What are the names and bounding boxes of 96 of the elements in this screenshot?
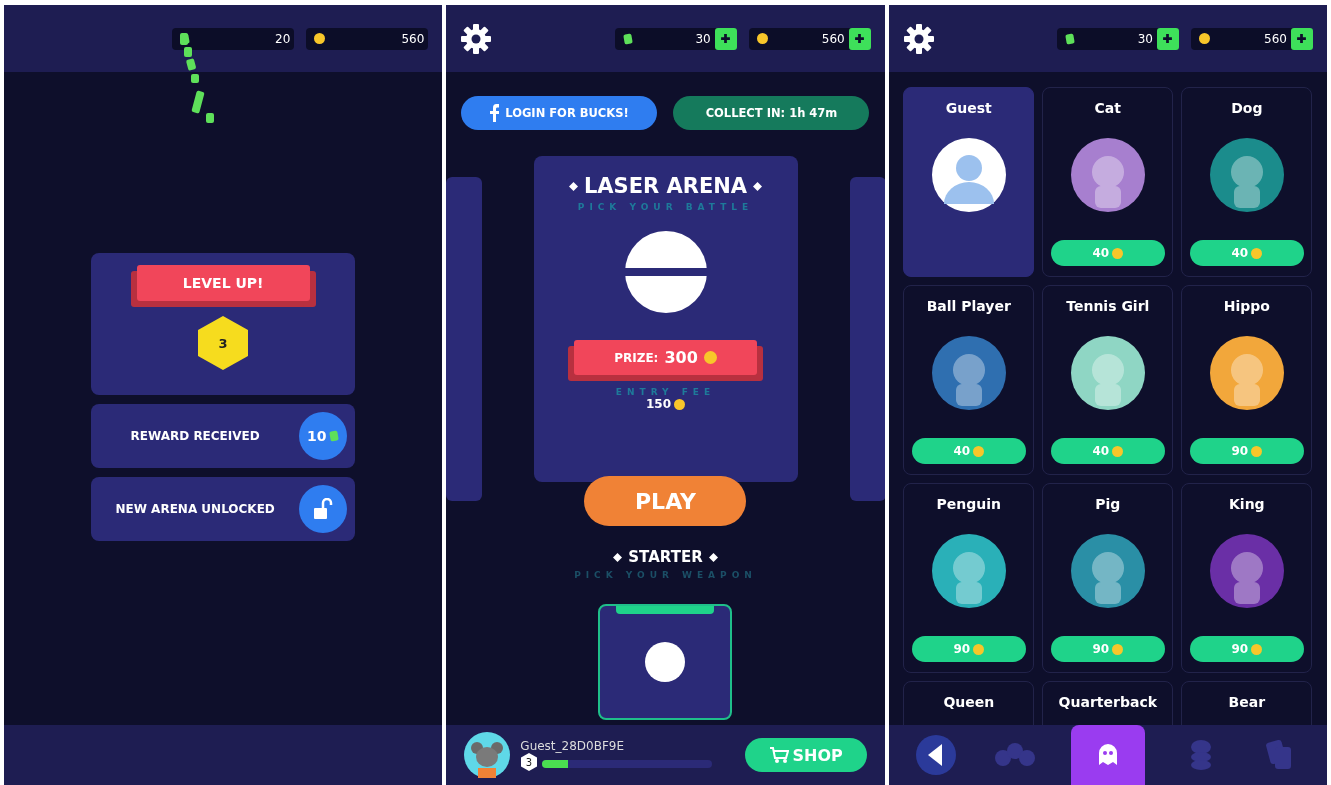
ball-icon — [644, 641, 687, 683]
coin-icon — [674, 398, 686, 410]
coin-icon — [1251, 247, 1263, 259]
collect-button[interactable]: COLLECT IN: 1h 47m — [673, 96, 870, 130]
price-amount: 90 — [953, 642, 971, 656]
avatar-name: Dog — [1231, 100, 1263, 116]
avatar-name: Guest — [945, 100, 992, 116]
avatar-card[interactable]: Pig 90 — [1042, 483, 1174, 673]
add-button[interactable] — [848, 27, 871, 50]
avatar-card[interactable]: Queen — [903, 681, 1035, 725]
reward-label: NEW ARENA UNLOCKED — [114, 502, 276, 516]
currency-amount: 30 — [694, 31, 712, 46]
balls-icon — [993, 742, 1036, 768]
coin-stack-icon — [1189, 739, 1212, 771]
avatar-name: King — [1229, 496, 1265, 512]
coin-icon — [1112, 445, 1124, 457]
facebook-login-button[interactable]: LOGIN FOR BUCKS! — [461, 96, 658, 130]
avatar-name: Queen — [943, 694, 995, 710]
coin-icon — [973, 643, 985, 655]
avatar-card[interactable]: Dog 40 — [1181, 87, 1313, 277]
coin-icon — [1112, 247, 1124, 259]
avatar-card[interactable]: Guest — [903, 87, 1035, 277]
price-amount: 90 — [1231, 642, 1249, 656]
arena-card[interactable]: LASER ARENA PICK YOUR BATTLE PRIZE: 300 ENTRY FEE 150 — [533, 156, 798, 482]
back-icon — [916, 735, 957, 775]
avatar-card[interactable]: Bear — [1181, 681, 1313, 725]
settings-icon[interactable] — [460, 22, 493, 55]
avatar-card[interactable]: King 90 — [1181, 483, 1313, 673]
player-avatar[interactable] — [464, 732, 511, 778]
diamond-icon — [568, 181, 578, 191]
avatar-name: Pig — [1095, 496, 1121, 512]
price-amount: 40 — [1231, 246, 1249, 260]
gem-icon — [329, 430, 340, 442]
currency-amount: 20 — [274, 31, 292, 46]
avatar-name: Cat — [1094, 100, 1121, 116]
avatar-name: Bear — [1228, 694, 1266, 710]
weapon-card[interactable] — [598, 604, 733, 720]
prize-label: PRIZE: — [614, 350, 659, 365]
avatar-card[interactable]: Ball Player 40 — [903, 285, 1035, 475]
facebook-icon — [490, 104, 500, 122]
coin-icon — [1112, 643, 1124, 655]
arena-title: LASER ARENA — [583, 174, 748, 198]
gem-icon — [1065, 32, 1075, 45]
coin-icon — [1251, 643, 1263, 655]
level-hexagon: 3 — [197, 315, 250, 371]
plus-icon — [1162, 33, 1174, 44]
coin-icon — [1199, 33, 1210, 44]
cards-icon — [1265, 739, 1294, 771]
avatar-name: Hippo — [1223, 298, 1270, 314]
arena-subtitle: PICK YOUR BATTLE — [577, 202, 754, 212]
price-amount: 90 — [1092, 642, 1110, 656]
unlocked-padlock-icon — [313, 498, 334, 520]
avatar-name: Ball Player — [926, 298, 1011, 314]
avatar-card[interactable]: Hippo 90 — [1181, 285, 1313, 475]
avatar-name: Tennis Girl — [1066, 298, 1150, 314]
add-button[interactable] — [1291, 27, 1313, 50]
coin-icon — [756, 33, 768, 44]
prize-amount: 300 — [664, 348, 698, 367]
add-button[interactable] — [714, 27, 737, 50]
avatar-card[interactable]: Penguin 90 — [903, 483, 1035, 673]
plus-icon — [1296, 33, 1308, 44]
nav-tab[interactable] — [1070, 725, 1145, 785]
weapon-subtitle: PICK YOUR WEAPON — [574, 570, 757, 580]
coin-icon — [314, 33, 326, 44]
avatar-name: Quarterback — [1058, 694, 1157, 710]
diamond-icon — [613, 552, 623, 562]
coin-icon — [1251, 445, 1263, 457]
plus-icon — [854, 33, 866, 44]
coin-icon — [703, 351, 717, 364]
price-amount: 40 — [953, 444, 971, 458]
currency-amount: 560 — [400, 31, 426, 46]
price-amount: 40 — [1092, 444, 1110, 458]
diamond-icon — [708, 552, 718, 562]
entry-fee-amount: 150 — [645, 397, 672, 411]
weapon-title: STARTER — [628, 548, 703, 566]
reward-label: REWARD RECEIVED — [129, 429, 261, 443]
price-amount: 90 — [1231, 444, 1249, 458]
price-amount: 40 — [1092, 246, 1110, 260]
cart-icon — [768, 746, 789, 764]
avatar-card[interactable]: Tennis Girl 40 — [1042, 285, 1174, 475]
currency-amount: 30 — [1136, 31, 1154, 46]
coin-icon — [973, 445, 985, 457]
player-level-badge: 3 — [520, 753, 539, 771]
avatar-name: Penguin — [936, 496, 1002, 512]
diamond-icon — [753, 181, 763, 191]
player-name: Guest_28D0BF9E — [520, 739, 626, 753]
reward-amount: 10 — [306, 428, 327, 444]
currency-amount: 560 — [820, 31, 846, 46]
entry-fee-label: ENTRY FEE — [615, 387, 716, 397]
gem-icon — [622, 32, 633, 45]
plus-icon — [720, 33, 732, 44]
avatar-card[interactable]: Quarterback — [1042, 681, 1174, 725]
add-button[interactable] — [1157, 27, 1179, 50]
currency-amount: 560 — [1263, 31, 1288, 46]
settings-icon[interactable] — [902, 22, 935, 55]
avatar-card[interactable]: Cat 40 — [1042, 87, 1174, 277]
